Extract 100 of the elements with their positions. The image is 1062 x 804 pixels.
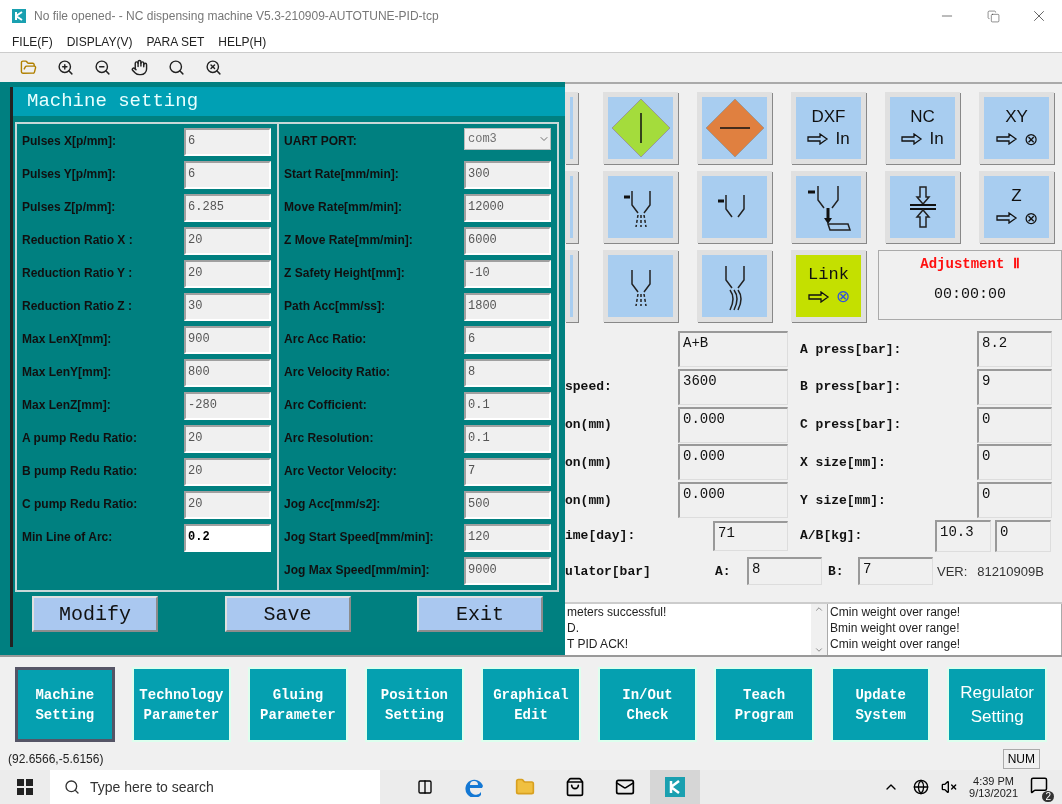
field-label: Y size[mm]: [800,492,887,508]
input-field[interactable]: 0.2 [184,524,272,552]
field-label: Arc Resolution: [284,430,374,445]
value-field: 8 [747,557,822,586]
tool-button[interactable] [603,250,678,322]
field-label: B pump Redu Ratio: [22,463,138,478]
field-label: Jog Start Speed[mm/min]: [284,529,434,544]
value-field: 10.3 [935,519,991,552]
taskbar-search-field[interactable]: Type here to search [50,770,380,804]
globe-icon[interactable] [913,779,930,795]
field-label: ulator[bar] [565,563,652,579]
value-field: 8.2 [977,331,1052,368]
field-label: speed: [565,379,613,395]
field-label: Z Safety Height[mm]: [284,265,405,280]
tool-button[interactable]: NC In [885,92,960,164]
field-label: Reduction Ratio Y : [22,265,133,280]
tool-button[interactable]: Z ⊗ [979,171,1054,243]
zoom-in-icon[interactable] [57,59,74,76]
field-label: Start Rate[mm/min]: [284,166,399,181]
value-field: 3600 [678,368,788,405]
menu-item[interactable]: HELP(H) [218,35,267,49]
hollow-arrow-icon [901,133,924,145]
field-label: B: [828,563,845,579]
field-label: Z Move Rate[mm/min]: [284,232,413,247]
field-label: Max LenZ[mm]: [22,397,111,412]
field-label: Arc Vector Velocity: [284,463,397,478]
status-indicator: NUM [1002,748,1040,769]
tool-button[interactable] [791,171,866,243]
field-label: ime[day]: [565,528,637,544]
window-title: No file opened- - NC dispensing machine V5.3-210909-AUTOTUNE-PID-tcp [34,9,440,23]
field-label: Reduction Ratio Z : [22,298,132,313]
field-label: Arc Acc Ratio: [284,331,367,346]
field-label: X size[mm]: [800,454,887,470]
version-label: VER: [937,563,968,579]
field-label: Max LenX[mm]: [22,331,112,346]
press-icon [907,185,938,229]
timer-text: 00:00:00 [934,286,1006,303]
field-label: Path Acc[mm/ss]: [284,298,385,313]
zoom-out-icon[interactable] [94,59,111,76]
field-label: on(mm) [565,454,613,470]
dialog-button[interactable]: Modify [32,596,158,632]
field-label: Pulses Z[p/mm]: [22,199,116,214]
dialog-button[interactable]: Exit [417,596,543,632]
hollow-arrow-icon [995,133,1018,145]
value-field: 0.000 [678,482,788,518]
field-label: A: [715,563,732,579]
log-line: Bmin weight over range! [830,620,961,637]
value-field: 0 [977,406,1052,443]
field-label: Pulses X[p/mm]: [22,133,117,148]
value-field: 0 [995,519,1051,552]
field-label: Min Line of Arc: [22,529,113,544]
field-label: Arc Cofficient: [284,397,367,412]
field-label: UART PORT: [284,133,357,148]
field-label: Reduction Ratio X : [22,232,133,247]
value-field: A+B [678,331,788,368]
open-folder-icon[interactable] [20,59,37,76]
status-coordinates: (92.6566,-5.6156) [8,751,104,766]
menu-item[interactable]: PARA SET [146,35,205,49]
field-label: A/B[kg]: [800,528,864,544]
value-field: 0 [977,482,1052,518]
tool-button[interactable] [603,171,678,243]
field-label: C press[bar]: [800,417,903,433]
hollow-arrow-icon [807,290,830,303]
dialog-button[interactable]: Save [224,596,351,632]
tool-button[interactable]: DXF In [791,92,866,164]
value-field: 9 [977,368,1052,405]
value-field: 71 [713,520,788,551]
tool-button[interactable] [697,250,772,322]
hollow-arrow-icon [995,212,1018,224]
tool-button[interactable]: XY ⊗ [979,92,1054,164]
field-label: A press[bar]: [800,341,903,357]
diamond-icon [703,97,766,159]
notification-icon[interactable] [1030,776,1048,794]
restore-icon[interactable] [986,9,1000,23]
version-text: 81210909B [977,563,1044,579]
search-cross-icon[interactable] [205,59,222,76]
value-field: 0 [977,444,1052,481]
taskbar-clock[interactable]: 4:39 PM 9/13/2021 [969,775,1018,799]
log-line: D. [567,620,580,637]
tool-button[interactable] [885,171,960,243]
menu-item[interactable]: DISPLAY(V) [66,35,133,49]
log-line: Cmin weight over range! [830,636,962,653]
field-label: Arc Velocity Ratio: [284,364,391,379]
hollow-arrow-icon [807,133,830,145]
field-label: Move Rate[mm/min]: [284,199,403,214]
search-icon[interactable] [168,59,185,76]
search-icon [64,779,80,795]
tool-button[interactable]: Link ⊗ [791,250,866,322]
field-label: C pump Redu Ratio: [22,496,138,511]
log-line: meters successful! [567,604,668,621]
menu-item[interactable]: FILE(F) [12,35,53,49]
diamond-icon [609,97,672,159]
log-line: T PID ACK! [567,636,630,653]
dialog-title: Machine setting [13,87,565,116]
volume-muted-icon[interactable] [941,779,958,795]
log-line: Cmin weight over range! [830,604,962,621]
field-label: on(mm) [565,417,613,433]
field-label: on(mm) [565,492,613,508]
hand-icon[interactable] [131,59,148,76]
field-label: Jog Max Speed[mm/min]: [284,562,430,577]
